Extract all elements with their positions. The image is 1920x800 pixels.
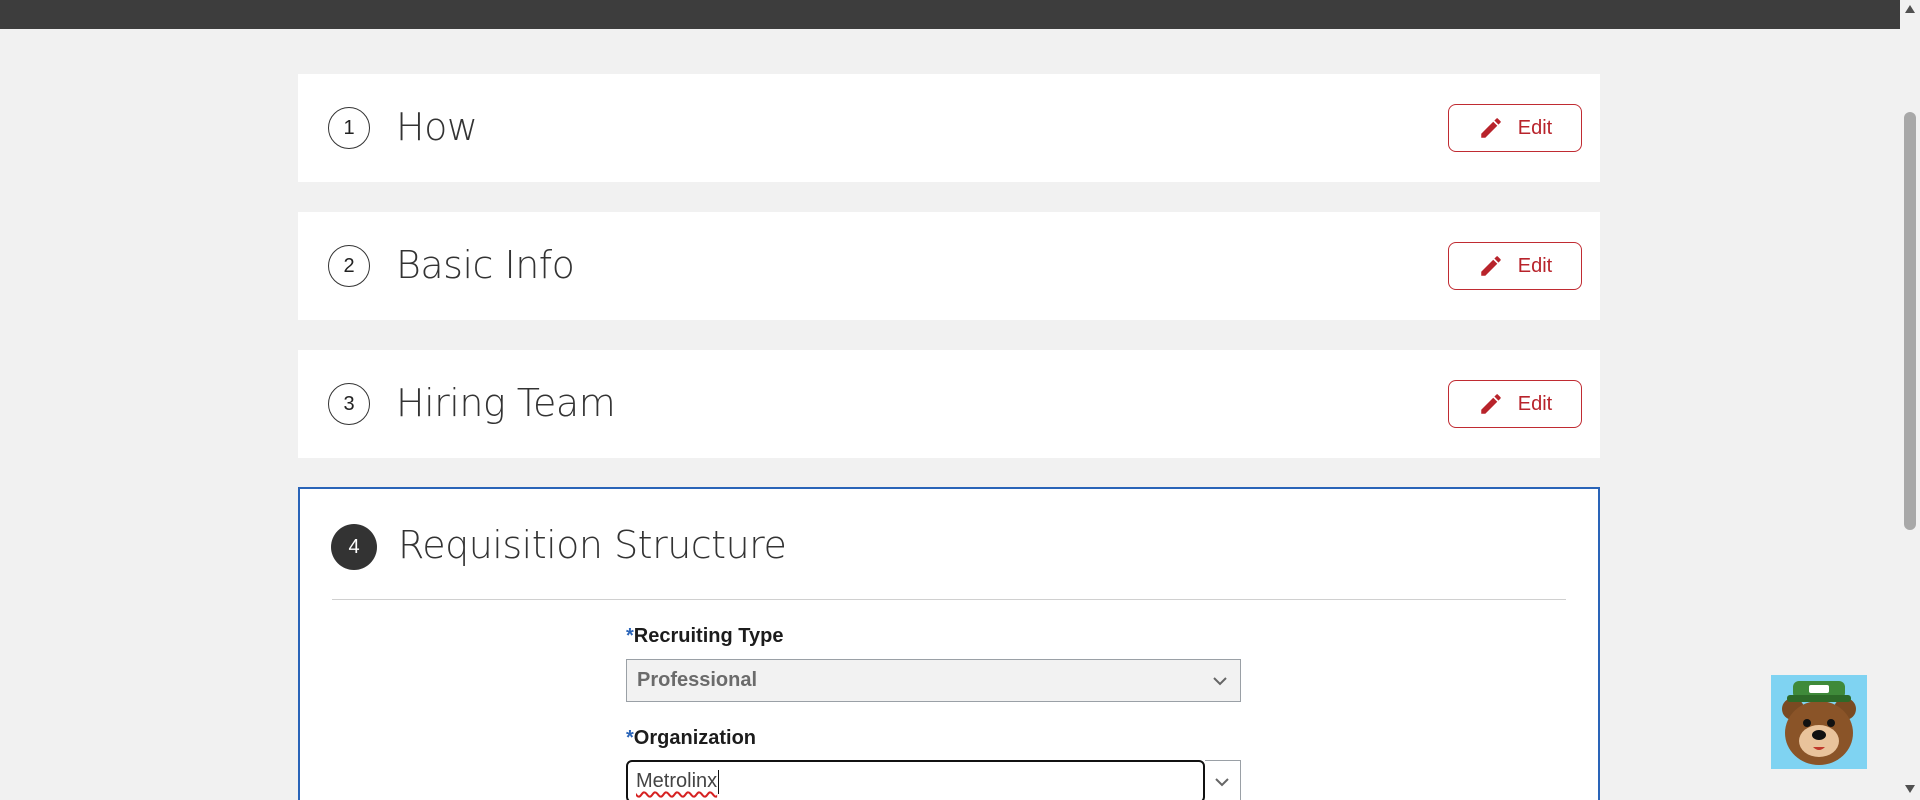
required-marker: * (626, 625, 634, 647)
pencil-icon (1481, 256, 1501, 276)
step-number: 3 (328, 383, 370, 425)
organization-combobox: Metrolinx (626, 760, 1241, 800)
edit-button-how[interactable]: Edit (1448, 104, 1582, 152)
step-title: How (396, 105, 478, 149)
step-card-hiring-team: 3 Hiring Team Edit (298, 350, 1600, 458)
step-title: Requisition Structure (398, 523, 787, 567)
section-divider (332, 599, 1566, 600)
scrollbar-thumb[interactable] (1904, 112, 1916, 530)
required-marker: * (626, 727, 634, 749)
edit-button-label: Edit (1517, 392, 1553, 415)
organization-dropdown-button[interactable] (1205, 760, 1241, 800)
edit-button-hiring-team[interactable]: Edit (1448, 380, 1582, 428)
step-card-basic-info: 2 Basic Info Edit (298, 212, 1600, 320)
step-card-how: 1 How Edit (298, 74, 1600, 182)
edit-button-basic-info[interactable]: Edit (1448, 242, 1582, 290)
step-number: 2 (328, 245, 370, 287)
recruiting-type-value: Professional (637, 669, 758, 691)
step-card-requisition-structure: 4 Requisition Structure *Recruiting Type… (298, 487, 1600, 800)
pencil-icon (1481, 118, 1501, 138)
step-number-active: 4 (331, 524, 377, 570)
step-title: Basic Info (396, 243, 575, 287)
recruiting-type-label: *Recruiting Type (626, 625, 783, 648)
step-title: Hiring Team (396, 381, 616, 425)
edit-button-label: Edit (1517, 254, 1553, 277)
recruiting-type-select[interactable]: Professional (626, 659, 1241, 702)
bear-mascot-icon[interactable] (1771, 675, 1867, 769)
scroll-up-icon[interactable] (1904, 4, 1916, 14)
organization-label: *Organization (626, 727, 756, 750)
organization-label-text: Organization (633, 727, 757, 749)
vertical-scrollbar[interactable] (1900, 0, 1920, 800)
chevron-down-icon (1215, 778, 1229, 787)
organization-value: Metrolinx (636, 770, 718, 792)
top-bar (0, 0, 1920, 29)
recruiting-type-label-text: Recruiting Type (633, 625, 784, 647)
step-number: 1 (328, 107, 370, 149)
pencil-icon (1481, 394, 1501, 414)
chevron-down-icon (1213, 677, 1227, 686)
edit-button-label: Edit (1517, 116, 1553, 139)
organization-input[interactable]: Metrolinx (626, 760, 1205, 800)
scroll-down-icon[interactable] (1904, 784, 1916, 794)
text-caret (718, 769, 720, 794)
